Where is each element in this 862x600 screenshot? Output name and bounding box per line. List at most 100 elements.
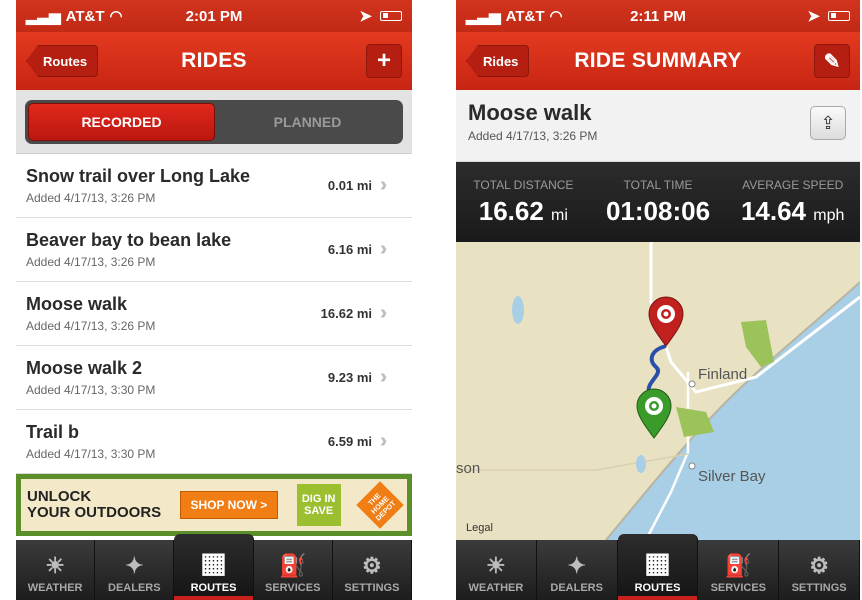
ride-item[interactable]: Moose walk Added 4/17/13, 3:26 PM 16.62 … <box>16 282 412 346</box>
compass-icon: ✦ <box>125 553 144 578</box>
tab-weather[interactable]: ☀ WEATHER <box>456 540 537 600</box>
stat-average-speed: AVERAGE SPEED 14.64 mph <box>725 162 860 242</box>
ride-distance: 6.59 mi <box>327 434 372 449</box>
signal-icon: ▂▃▅ <box>466 8 501 25</box>
map-icon: ▦ <box>644 547 671 578</box>
park <box>676 407 714 437</box>
ad-line-2: YOUR OUTDOORS <box>27 504 162 521</box>
rides-screen: ▂▃▅ AT&T ◠ 2:01 PM ➤ Routes RIDES + RECO… <box>16 0 412 600</box>
status-icons: ➤ <box>359 7 402 25</box>
status-bar: ▂▃▅ AT&T ◠ 2:11 PM ➤ <box>456 0 860 32</box>
segment-planned[interactable]: PLANNED <box>215 103 400 141</box>
back-button[interactable]: Rides <box>466 45 530 77</box>
back-button[interactable]: Routes <box>26 45 99 77</box>
ride-item[interactable]: Snow trail over Long Lake Added 4/17/13,… <box>16 154 412 218</box>
tab-dealers[interactable]: ✦ DEALERS <box>95 540 175 600</box>
fuel-icon: ⛽ <box>279 553 307 578</box>
tab-label: SERVICES <box>710 582 766 594</box>
stat-value: 16.62 mi <box>479 196 568 227</box>
chevron-right-icon: ›› <box>380 174 387 196</box>
tab-weather[interactable]: ☀ WEATHER <box>16 540 96 600</box>
ride-name: Moose walk 2 <box>26 358 143 378</box>
ride-item[interactable]: Moose walk 2 Added 4/17/13, 3:30 PM 9.23… <box>16 346 412 410</box>
ride-name: Moose walk <box>468 100 592 125</box>
tab-label: SETTINGS <box>791 582 847 594</box>
share-button[interactable]: ⇪ <box>810 106 846 140</box>
end-pin-icon <box>648 296 684 347</box>
stat-label: TOTAL DISTANCE <box>473 177 574 192</box>
battery-icon <box>380 11 402 21</box>
carrier-label: AT&T <box>505 7 545 25</box>
page-title: RIDES <box>181 49 247 72</box>
compass-icon: ✦ <box>567 553 586 578</box>
tab-label: WEATHER <box>27 582 83 594</box>
page-title: RIDE SUMMARY <box>574 49 742 72</box>
carrier: ▂▃▅ AT&T ◠ <box>466 7 563 26</box>
home-depot-logo: THE HOME DEPOT <box>356 481 404 529</box>
tab-routes[interactable]: ▦ ROUTES <box>617 534 699 600</box>
ride-date: Added 4/17/13, 3:26 PM <box>468 129 598 143</box>
tab-services[interactable]: ⛽ SERVICES <box>254 540 333 600</box>
sun-icon: ☀ <box>45 553 65 578</box>
ride-name: Beaver bay to bean lake <box>26 230 232 250</box>
carrier-label: AT&T <box>65 7 105 25</box>
map-label-partial: son <box>456 460 481 477</box>
small-lake <box>512 296 524 324</box>
ride-date: Added 4/17/13, 3:30 PM <box>26 383 156 397</box>
ride-date: Added 4/17/13, 3:26 PM <box>26 255 156 269</box>
tab-label: DEALERS <box>550 582 603 594</box>
tab-label: WEATHER <box>468 582 524 594</box>
tab-label: SERVICES <box>264 582 321 594</box>
ride-date: Added 4/17/13, 3:26 PM <box>26 191 156 205</box>
edit-button[interactable]: ✎ <box>814 44 850 78</box>
map-label-silver-bay: Silver Bay <box>698 468 766 485</box>
status-bar: ▂▃▅ AT&T ◠ 2:01 PM ➤ <box>16 0 412 32</box>
map-canvas <box>456 242 860 540</box>
map-legal-link[interactable]: Legal <box>466 522 493 534</box>
town-dot <box>688 462 696 470</box>
share-icon: ⇪ <box>820 112 836 133</box>
stat-unit: mph <box>813 206 845 224</box>
ride-item[interactable]: Beaver bay to bean lake Added 4/17/13, 3… <box>16 218 412 282</box>
carrier: ▂▃▅ AT&T ◠ <box>26 7 123 26</box>
tab-routes[interactable]: ▦ ROUTES <box>174 534 254 600</box>
ride-list: Snow trail over Long Lake Added 4/17/13,… <box>16 154 412 474</box>
ride-distance: 16.62 mi <box>320 306 372 321</box>
ride-name: Snow trail over Long Lake <box>26 166 251 186</box>
stat-total-distance: TOTAL DISTANCE 16.62 mi <box>456 162 591 242</box>
stat-total-time: TOTAL TIME 01:08:06 <box>591 162 726 242</box>
add-ride-button[interactable]: + <box>366 44 402 78</box>
stat-number: 16.62 <box>478 195 544 226</box>
ad-shop-button[interactable]: SHOP NOW > <box>179 491 279 519</box>
ride-summary-screen: ▂▃▅ AT&T ◠ 2:11 PM ➤ Rides RIDE SUMMARY … <box>456 0 860 600</box>
tab-services[interactable]: ⛽ SERVICES <box>698 540 780 600</box>
ride-item[interactable]: Trail b Added 4/17/13, 3:30 PM 6.59 mi ›… <box>16 410 412 474</box>
ad-line-1: UNLOCK <box>27 488 92 505</box>
small-lake <box>636 455 646 473</box>
chevron-right-icon: ›› <box>380 238 387 260</box>
fuel-icon: ⛽ <box>724 553 752 578</box>
ad-headline: UNLOCK YOUR OUTDOORS <box>27 489 161 521</box>
road <box>456 453 689 471</box>
tab-dealers[interactable]: ✦ DEALERS <box>537 540 618 600</box>
tab-bar: ☀ WEATHER ✦ DEALERS ▦ ROUTES ⛽ SERVICES … <box>456 534 860 600</box>
segment-recorded[interactable]: RECORDED <box>28 103 215 141</box>
stat-label: TOTAL TIME <box>623 177 693 192</box>
wifi-icon: ◠ <box>549 8 563 25</box>
ride-stats: TOTAL DISTANCE 16.62 mi TOTAL TIME 01:08… <box>456 162 860 242</box>
ad-badge: DIG IN SAVE <box>296 484 341 526</box>
signal-icon: ▂▃▅ <box>26 8 61 25</box>
tab-label: ROUTES <box>190 582 237 594</box>
tab-settings[interactable]: ⚙ SETTINGS <box>779 540 860 600</box>
segment-control: RECORDED PLANNED <box>25 100 403 144</box>
tab-settings[interactable]: ⚙ SETTINGS <box>333 540 412 600</box>
park <box>741 320 774 367</box>
sun-icon: ☀ <box>486 553 506 578</box>
ride-name: Trail b <box>26 422 80 442</box>
ad-banner[interactable]: UNLOCK YOUR OUTDOORS SHOP NOW > DIG IN S… <box>16 474 412 536</box>
stat-label: AVERAGE SPEED <box>742 177 844 192</box>
ride-header: Moose walk Added 4/17/13, 3:26 PM ⇪ <box>456 90 860 162</box>
town-dot <box>688 380 696 388</box>
route-map[interactable]: Finland Silver Bay son Legal <box>456 242 860 540</box>
battery-icon <box>828 11 850 21</box>
